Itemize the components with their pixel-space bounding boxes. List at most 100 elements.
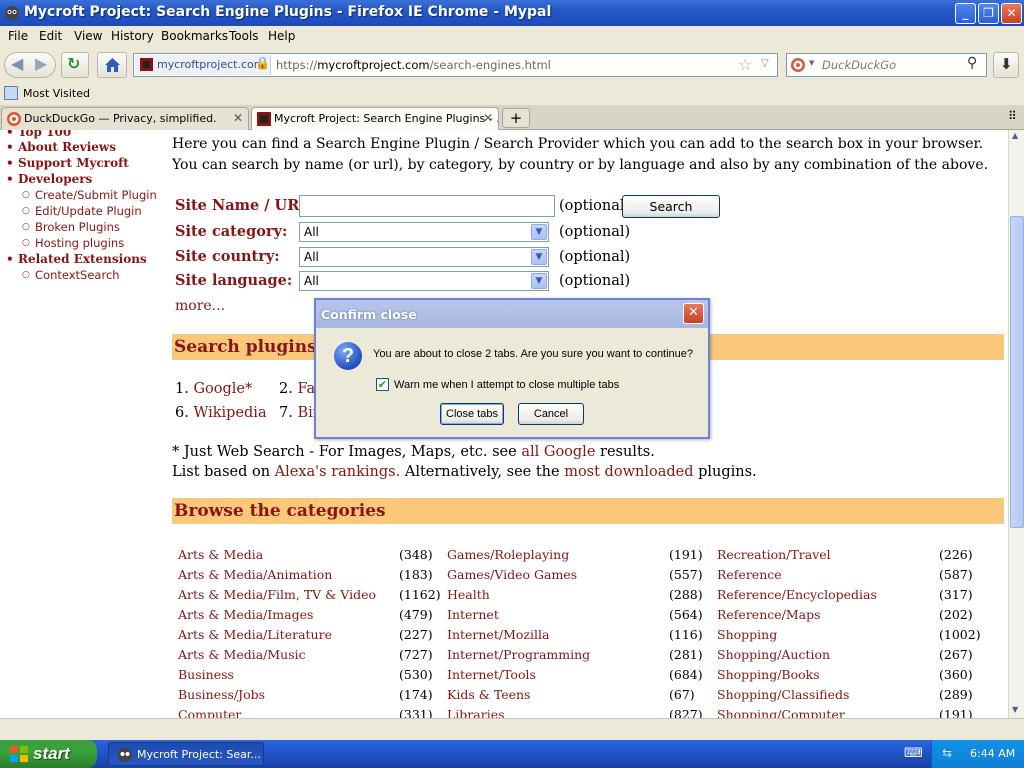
category-link[interactable]: Shopping — [717, 627, 777, 642]
category-link[interactable]: Internet/Mozilla — [447, 627, 549, 642]
sidebar-item-developers[interactable]: Developers — [6, 172, 92, 186]
alexa-rankings-link[interactable]: Alexa's rankings. — [275, 464, 401, 480]
engine-dropdown-icon[interactable]: ▼ — [809, 59, 814, 67]
category-link[interactable]: Arts & Media/Images — [178, 607, 313, 622]
category-link[interactable]: Recreation/Travel — [717, 547, 831, 562]
category-link[interactable]: Business — [178, 667, 234, 682]
keyboard-icon[interactable]: ⌨ — [904, 746, 923, 761]
minimize-button[interactable]: _ — [955, 3, 976, 24]
category-link[interactable]: Arts & Media/Literature — [178, 627, 332, 642]
warn-multiple-tabs-checkbox[interactable]: ✔ — [376, 378, 389, 391]
category-link[interactable]: Shopping/Classifieds — [717, 687, 849, 702]
menu-edit[interactable]: Edit — [39, 29, 62, 43]
category-link[interactable]: Shopping/Books — [717, 667, 820, 682]
menu-bookmarks[interactable]: Bookmarks — [161, 29, 228, 43]
cancel-button[interactable]: Cancel — [518, 403, 584, 425]
all-google-link[interactable]: all Google — [521, 444, 595, 460]
category-link[interactable]: Internet/Tools — [447, 667, 536, 682]
category-link[interactable]: Internet — [447, 607, 499, 622]
category-link[interactable]: Computer — [178, 707, 241, 718]
menu-help[interactable]: Help — [268, 29, 295, 43]
close-window-button[interactable]: ✕ — [1001, 3, 1022, 24]
intro-line-2: You can search by name (or url), by cate… — [172, 157, 989, 173]
network-icon[interactable]: ⇆ — [942, 746, 952, 760]
category-link[interactable]: Internet/Programming — [447, 647, 590, 662]
home-button[interactable] — [97, 52, 127, 78]
taskbar-item-browser[interactable]: Mycroft Project: Sear... — [108, 742, 264, 766]
site-category-select[interactable]: All ▼ — [299, 222, 549, 242]
category-link[interactable]: Shopping/Auction — [717, 647, 830, 662]
sidebar-item-related-extensions[interactable]: Related Extensions — [6, 252, 147, 266]
category-link[interactable]: Reference — [717, 567, 782, 582]
clock[interactable]: 6:44 AM — [970, 747, 1015, 760]
category-link[interactable]: Games/Roleplaying — [447, 547, 569, 562]
category-link[interactable]: Libraries — [447, 707, 505, 718]
category-link[interactable]: Arts & Media/Animation — [178, 567, 332, 582]
downloads-button[interactable]: ⬇ — [993, 52, 1019, 78]
scrollbar-thumb[interactable] — [1010, 216, 1024, 528]
back-forward-group: ◀ ▶ — [4, 52, 56, 78]
popular-link-wikipedia[interactable]: Wikipedia — [193, 405, 266, 421]
url-dropdown-icon[interactable]: ▽ — [761, 58, 769, 69]
category-link[interactable]: Games/Video Games — [447, 567, 577, 582]
scroll-down-icon[interactable]: ▼ — [1012, 705, 1018, 714]
sidebar-item-contextsearch[interactable]: ContextSearch — [22, 268, 119, 282]
close-tabs-button[interactable]: Close tabs — [440, 403, 504, 425]
menu-history[interactable]: History — [111, 29, 154, 43]
sidebar-item-hosting-plugins[interactable]: Hosting plugins — [22, 236, 124, 250]
bookmark-star-icon[interactable]: ☆ — [738, 55, 752, 74]
back-arrow-icon[interactable]: ◀ — [11, 54, 23, 73]
window-title-bar[interactable]: Mycroft Project: Search Engine Plugins -… — [0, 0, 1024, 26]
site-country-select[interactable]: All ▼ — [299, 247, 549, 267]
sidebar-item-edit-plugin[interactable]: Edit/Update Plugin — [22, 204, 142, 218]
category-link[interactable]: Arts & Media/Film, TV & Video — [178, 587, 376, 602]
most-downloaded-link[interactable]: most downloaded — [564, 464, 693, 480]
dialog-title-bar[interactable]: Confirm close — [316, 300, 708, 328]
site-name-input[interactable] — [299, 195, 555, 217]
sidebar-item-about-reviews[interactable]: About Reviews — [6, 140, 116, 154]
category-link[interactable]: Kids & Teens — [447, 687, 530, 702]
sidebar-item-top-100[interactable]: Top 100 — [6, 130, 71, 139]
sidebar-item-broken-plugins[interactable]: Broken Plugins — [22, 220, 120, 234]
popular-link-google[interactable]: Google* — [193, 381, 252, 397]
category-count: (727) — [399, 647, 433, 662]
start-button[interactable]: start — [0, 740, 97, 768]
search-go-icon[interactable]: ⚲ — [967, 55, 977, 71]
category-link[interactable]: Arts & Media/Music — [178, 647, 306, 662]
more-options-link[interactable]: more... — [175, 298, 225, 314]
system-tray: ⇆ 6:44 AM — [931, 740, 1024, 768]
sidebar-item-support-mycroft[interactable]: Support Mycroft — [6, 156, 129, 170]
category-link[interactable]: Shopping/Computer — [717, 707, 845, 718]
menu-file[interactable]: File — [8, 29, 28, 43]
search-bar[interactable]: ▼ DuckDuckGo ⚲ — [786, 53, 987, 77]
scroll-up-icon[interactable]: ▲ — [1012, 131, 1018, 140]
category-link[interactable]: Reference/Maps — [717, 607, 821, 622]
forward-arrow-icon[interactable]: ▶ — [35, 54, 47, 73]
site-identity-button[interactable]: mycroftproject.com 🔒 — [135, 55, 271, 75]
dialog-close-button[interactable]: ✕ — [683, 303, 704, 324]
duckduckgo-engine-icon[interactable] — [790, 57, 806, 73]
tab-duckduckgo[interactable]: DuckDuckGo — Privacy, simplified. ✕ — [1, 107, 249, 130]
category-link[interactable]: Arts & Media — [178, 547, 263, 562]
tab-close-icon[interactable]: ✕ — [483, 111, 493, 125]
maximize-button[interactable]: ❐ — [978, 3, 999, 24]
popular-item-1: 1. Google* — [175, 381, 252, 397]
category-link[interactable]: Reference/Encyclopedias — [717, 587, 877, 602]
url-bar[interactable]: mycroftproject.com 🔒 https://mycroftproj… — [133, 53, 778, 77]
warn-multiple-tabs-label[interactable]: Warn me when I attempt to close multiple… — [394, 379, 619, 391]
site-language-select[interactable]: All ▼ — [299, 271, 549, 291]
vertical-scrollbar[interactable]: ▲ ▼ — [1008, 130, 1024, 718]
sidebar-item-create-plugin[interactable]: Create/Submit Plugin — [22, 188, 157, 202]
lock-icon: 🔒 — [255, 56, 270, 70]
list-all-tabs-icon[interactable]: ⠿ — [1008, 109, 1017, 123]
tab-close-icon[interactable]: ✕ — [233, 111, 243, 125]
menu-tools[interactable]: Tools — [229, 29, 259, 43]
reload-button[interactable]: ↻ — [61, 52, 89, 78]
menu-view[interactable]: View — [74, 29, 102, 43]
category-link[interactable]: Health — [447, 587, 490, 602]
new-tab-button[interactable]: + — [502, 108, 530, 128]
tab-mycroft[interactable]: Mycroft Project: Search Engine Plugins -… — [251, 107, 499, 131]
duckduckgo-favicon-icon — [7, 112, 21, 126]
search-button[interactable]: Search — [622, 195, 720, 218]
category-link[interactable]: Business/Jobs — [178, 687, 265, 702]
